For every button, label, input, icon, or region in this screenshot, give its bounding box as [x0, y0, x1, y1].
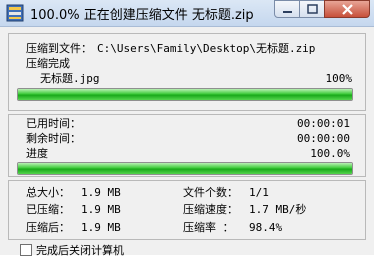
speed-label: 压缩速度：: [183, 203, 238, 216]
ratio-value: 98.4%: [249, 221, 283, 234]
after-compress-label: 压缩后：: [26, 221, 70, 234]
progress-value: 100.0%: [310, 147, 350, 160]
current-file-name: 无标题.jpg: [40, 72, 100, 85]
compress-to-path: C:\Users\Family\Desktop\无标题.zip: [97, 42, 316, 55]
compress-to-label: 压缩到文件：: [26, 42, 92, 55]
overall-progress-fill: [18, 163, 352, 174]
maximize-button[interactable]: [299, 0, 325, 18]
shutdown-checkbox[interactable]: [20, 244, 32, 256]
remaining-value: 00:00:00: [297, 132, 350, 145]
minimize-button[interactable]: [274, 0, 300, 18]
compressed-value: 1.9 MB: [81, 203, 121, 216]
window-title: 100.0% 正在创建压缩文件 无标题.zip: [30, 8, 254, 23]
file-count-label: 文件个数：: [183, 186, 238, 199]
total-size-value: 1.9 MB: [81, 186, 121, 199]
close-button[interactable]: [324, 0, 370, 18]
file-percent: 100%: [325, 72, 353, 85]
elapsed-value: 00:00:01: [297, 117, 350, 130]
overall-progress-bar: [17, 162, 353, 175]
compressed-label: 已压缩：: [26, 203, 70, 216]
progress-window: 100.0% 正在创建压缩文件 无标题.zip 压缩到文件： C:\Users\…: [0, 0, 374, 258]
progress-label: 进度: [26, 147, 48, 160]
file-count-value: 1/1: [249, 186, 269, 199]
file-progress-fill: [18, 89, 352, 100]
file-progress-bar: [17, 88, 353, 101]
total-size-label: 总大小：: [26, 186, 70, 199]
shutdown-checkbox-label[interactable]: 完成后关闭计算机: [36, 242, 124, 258]
after-compress-value: 1.9 MB: [81, 221, 121, 234]
status-text: 压缩完成: [26, 57, 70, 70]
ratio-label: 压缩率 ：: [183, 221, 234, 234]
archive-app-icon: [6, 4, 24, 22]
remaining-label: 剩余时间：: [26, 132, 81, 145]
elapsed-label: 已用时间：: [26, 117, 81, 130]
speed-value: 1.7 MB/秒: [249, 203, 307, 216]
title-bar[interactable]: 100.0% 正在创建压缩文件 无标题.zip: [0, 0, 374, 27]
